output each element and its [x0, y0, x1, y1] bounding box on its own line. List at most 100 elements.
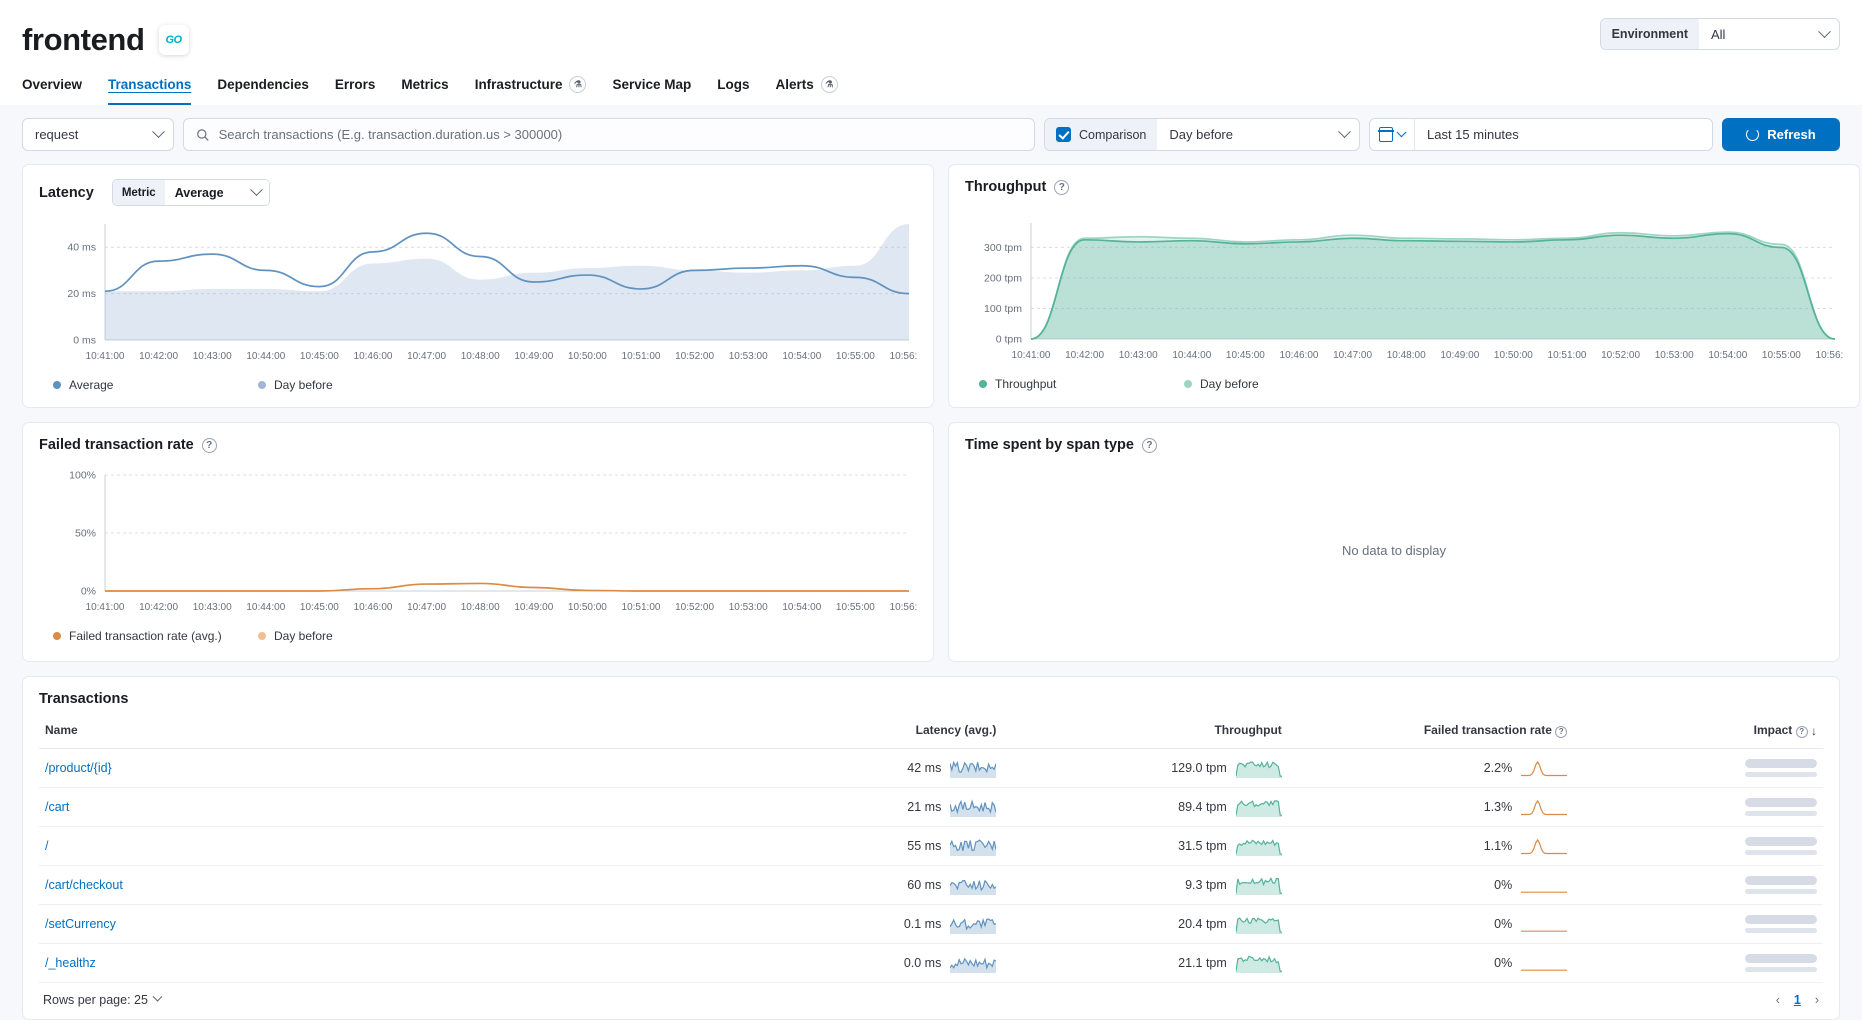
column-header-throughput[interactable]: Throughput	[1002, 713, 1288, 749]
comparison-checkbox-wrap[interactable]: Comparison	[1045, 119, 1158, 150]
date-range-value[interactable]: Last 15 minutes	[1415, 119, 1531, 150]
tab-service-map[interactable]: Service Map	[612, 76, 691, 105]
svg-text:10:42:00: 10:42:00	[1065, 350, 1104, 361]
transaction-link[interactable]: /	[45, 839, 48, 853]
previous-page-button[interactable]: ‹	[1776, 993, 1780, 1007]
environment-selector[interactable]: Environment All	[1599, 18, 1840, 50]
next-page-button[interactable]: ›	[1815, 993, 1819, 1007]
tab-logs[interactable]: Logs	[717, 76, 749, 105]
span-type-empty-state: No data to display	[1341, 542, 1447, 558]
transaction-link[interactable]: /setCurrency	[45, 917, 116, 931]
refresh-button[interactable]: Refresh	[1722, 118, 1840, 151]
column-header-latency[interactable]: Latency (avg.)	[716, 713, 1003, 749]
failed-rate-panel: Failed transaction rate ? 0% 50% 100% 10:41…	[22, 422, 934, 662]
svg-text:10:49:00: 10:49:00	[1440, 350, 1479, 361]
svg-text:10:45:00: 10:45:00	[1226, 350, 1265, 361]
svg-text:10:56:00: 10:56:00	[890, 351, 917, 362]
latency-panel: Latency Metric Average 0 ms 20 ms 40 ms 10:…	[22, 164, 934, 408]
failed-rate-chart[interactable]: 0% 50% 100% 10:41:00 10:42:00 10:43:00 10:44:0…	[39, 467, 917, 617]
help-icon[interactable]: ?	[1795, 725, 1808, 738]
cell-name[interactable]: /cart/checkout	[39, 865, 717, 905]
date-range-control[interactable]: Last 15 minutes	[1369, 118, 1713, 151]
comparison-select[interactable]: Day before	[1157, 119, 1359, 150]
svg-text:10:55:00: 10:55:00	[836, 602, 875, 613]
cell-failed-rate: 2.2%	[1287, 748, 1574, 788]
transaction-link[interactable]: /product/{id}	[45, 761, 112, 775]
tab-errors[interactable]: Errors	[335, 76, 376, 105]
search-input[interactable]	[218, 127, 1022, 142]
throughput-value: 31.5 tpm	[1178, 838, 1227, 853]
latency-value: 0.1 ms	[903, 916, 942, 931]
cell-name[interactable]: /	[39, 826, 717, 866]
tab-overview[interactable]: Overview	[22, 76, 82, 105]
tab-metrics[interactable]: Metrics	[401, 76, 448, 105]
cell-name[interactable]: /cart	[39, 787, 717, 827]
comparison-control[interactable]: Comparison Day before	[1044, 118, 1360, 151]
legend-item[interactable]: Failed transaction rate (avg.)	[53, 629, 258, 643]
page-number[interactable]: 1	[1794, 993, 1801, 1007]
rows-per-page-select[interactable]: Rows per page: 25	[43, 991, 163, 1007]
transaction-link[interactable]: /cart/checkout	[45, 878, 123, 892]
latency-metric-select[interactable]: Metric Average	[111, 179, 270, 206]
environment-value: All	[1711, 26, 1726, 42]
cell-latency: 42 ms	[716, 748, 1003, 788]
transaction-link[interactable]: /_healthz	[45, 956, 96, 970]
chevron-down-icon	[1338, 125, 1351, 139]
svg-text:10:49:00: 10:49:00	[514, 351, 553, 362]
svg-text:10:53:00: 10:53:00	[729, 602, 768, 613]
legend-item[interactable]: Day before	[258, 378, 333, 392]
column-header-impact[interactable]: Impact ? ↓	[1573, 713, 1823, 749]
table-row[interactable]: /setCurrency 0.1 ms 20.4 tpm 0%	[39, 904, 1823, 944]
throughput-chart[interactable]: 0 tpm 100 tpm 200 tpm 300 tpm 10:41:00 10:42:…	[965, 215, 1843, 365]
table-row[interactable]: /product/{id} 42 ms 129.0 tpm 2.2%	[39, 748, 1823, 788]
legend-item[interactable]: Throughput	[979, 377, 1184, 391]
table-row[interactable]: / 55 ms 31.5 tpm 1.1%	[39, 826, 1823, 866]
sparkline	[1521, 760, 1568, 776]
cell-name[interactable]: /_healthz	[39, 943, 717, 983]
svg-text:0 ms: 0 ms	[73, 335, 96, 347]
cell-name[interactable]: /product/{id}	[39, 748, 717, 788]
table-body: /product/{id} 42 ms 129.0 tpm 2.2% /cart 21 m…	[39, 748, 1823, 983]
date-quick-select-button[interactable]	[1370, 119, 1415, 150]
table-row[interactable]: /cart 21 ms 89.4 tpm 1.3%	[39, 787, 1823, 827]
svg-text:10:48:00: 10:48:00	[461, 602, 500, 613]
legend-item[interactable]: Average	[53, 378, 258, 392]
svg-text:10:45:00: 10:45:00	[300, 602, 339, 613]
impact-bar-previous	[1745, 888, 1817, 894]
help-icon[interactable]: ?	[1141, 437, 1157, 453]
column-header-failed-rate[interactable]: Failed transaction rate ?	[1287, 713, 1574, 749]
tab-dependencies[interactable]: Dependencies	[217, 76, 309, 105]
svg-text:10:41:00: 10:41:00	[86, 602, 125, 613]
help-icon[interactable]: ?	[201, 437, 217, 453]
technical-preview-beaker-icon: ⚗	[569, 76, 587, 93]
table-row[interactable]: /_healthz 0.0 ms 21.1 tpm 0%	[39, 943, 1823, 983]
throughput-value: 129.0 tpm	[1171, 760, 1227, 775]
column-header-name[interactable]: Name	[39, 713, 717, 749]
legend-label: Day before	[1200, 377, 1259, 391]
latency-chart[interactable]: 0 ms 20 ms 40 ms 10:41:00 10:42:00 10:43:00 10…	[39, 216, 917, 366]
failed-rate-value: 0%	[1494, 916, 1513, 931]
legend-item[interactable]: Day before	[258, 629, 333, 643]
comparison-checkbox[interactable]	[1056, 127, 1071, 142]
help-icon[interactable]: ?	[1555, 725, 1568, 738]
legend-label: Failed transaction rate (avg.)	[69, 629, 222, 643]
environment-value-wrap[interactable]: All	[1699, 19, 1839, 49]
cell-name[interactable]: /setCurrency	[39, 904, 717, 944]
tab-alerts[interactable]: Alerts ⚗	[776, 76, 838, 105]
table-row[interactable]: /cart/checkout 60 ms 9.3 tpm 0%	[39, 865, 1823, 905]
metric-value-wrap[interactable]: Average	[164, 180, 269, 205]
chevron-down-icon	[152, 991, 163, 1002]
span-type-panel: Time spent by span type ? No data to dis…	[948, 422, 1840, 662]
svg-text:10:47:00: 10:47:00	[407, 351, 446, 362]
tab-transactions[interactable]: Transactions	[108, 76, 192, 105]
failed-rate-value: 0%	[1494, 877, 1513, 892]
tab-label: Logs	[717, 77, 750, 92]
cell-failed-rate: 1.1%	[1287, 826, 1574, 866]
transaction-type-select[interactable]: request	[22, 118, 174, 151]
search-transactions-box[interactable]	[183, 118, 1035, 151]
legend-item[interactable]: Day before	[1184, 377, 1259, 391]
help-icon[interactable]: ?	[1054, 179, 1070, 195]
tab-label: Service Map	[612, 77, 692, 92]
tab-infrastructure[interactable]: Infrastructure ⚗	[475, 76, 587, 105]
transaction-link[interactable]: /cart	[45, 800, 69, 814]
